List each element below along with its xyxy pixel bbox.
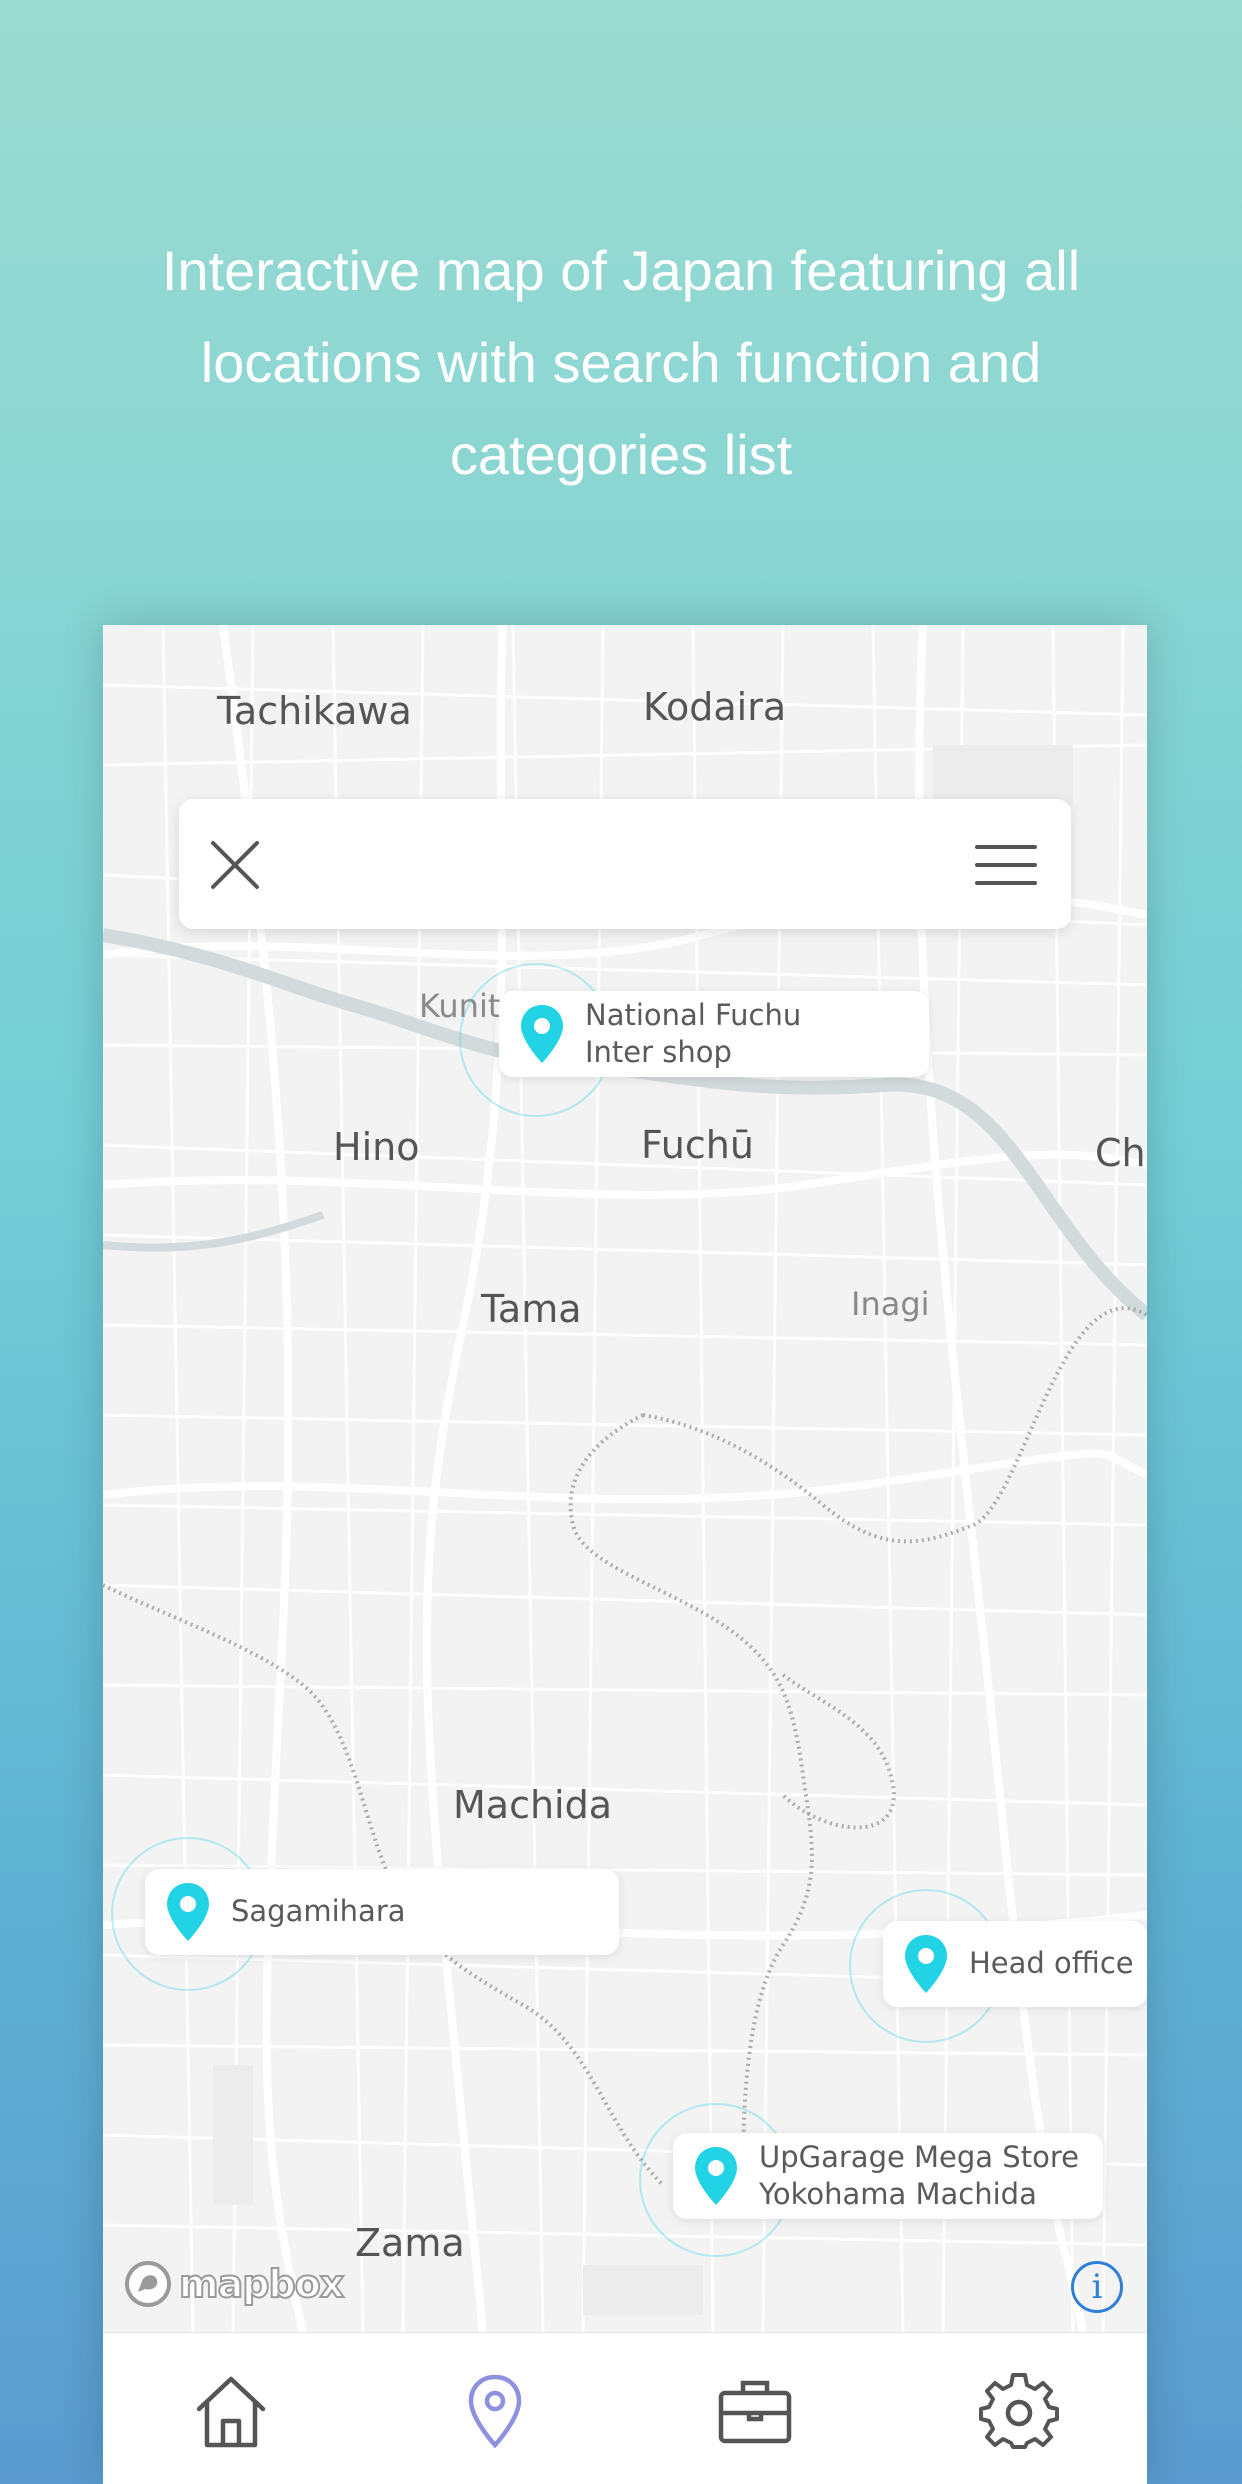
place-label-ch: Ch [1095,1131,1146,1175]
marker-subtitle: Yokohama Machida [759,2177,1037,2211]
gear-icon[interactable] [979,2371,1059,2451]
marker-card[interactable]: Head office [883,1921,1147,2007]
place-label-kodaira: Kodaira [643,685,787,729]
location-marker-national-fuchu[interactable]: National Fuchu Inter shop [459,963,1039,1123]
briefcase-icon[interactable] [715,2371,795,2451]
location-marker-sagamihara[interactable]: Sagamihara [111,1837,681,1997]
info-button[interactable]: i [1071,2261,1123,2313]
location-pin-icon-active[interactable] [455,2371,535,2451]
marker-subtitle: Inter shop [585,1035,732,1069]
location-marker-head-office[interactable]: Head office [849,1889,1147,2049]
place-label-fuchu: Fuchū [641,1123,754,1167]
marker-card[interactable]: National Fuchu Inter shop [499,991,929,1077]
search-bar [179,799,1071,929]
marker-title: UpGarage Mega Store [759,2140,1079,2174]
close-icon[interactable] [205,835,265,895]
place-label-inagi: Inagi [851,1285,930,1323]
home-icon[interactable] [191,2371,271,2451]
search-input[interactable] [289,829,933,901]
bottom-tab-bar [103,2332,1147,2484]
location-pin-icon [905,1935,947,1993]
location-pin-icon [521,1005,563,1063]
marker-title: Head office [969,1946,1134,1980]
location-pin-icon [695,2147,737,2205]
menu-icon[interactable] [975,843,1037,887]
marker-card[interactable]: Sagamihara [145,1869,619,1955]
phone-screen: Tachikawa Kodaira Kunitachi Hino Fuchū C… [103,625,1147,2484]
location-pin-icon [167,1883,209,1941]
place-label-zama: Zama [355,2221,465,2265]
location-marker-upgarage[interactable]: UpGarage Mega Store Yokohama Machida [639,2103,1139,2263]
mapbox-wordmark: mapbox [178,2261,345,2307]
place-label-tachikawa: Tachikawa [217,689,412,733]
marker-title: Sagamihara [231,1894,406,1928]
headline: Interactive map of Japan featuring all l… [161,239,1081,486]
mapbox-logo-icon [125,2261,171,2307]
marker-title: National Fuchu [585,998,802,1032]
place-label-machida: Machida [453,1783,613,1827]
place-label-tama: Tama [481,1287,582,1331]
mapbox-logo[interactable]: mapbox [123,2259,345,2309]
marker-card[interactable]: UpGarage Mega Store Yokohama Machida [673,2133,1103,2219]
place-label-hino: Hino [333,1125,420,1169]
